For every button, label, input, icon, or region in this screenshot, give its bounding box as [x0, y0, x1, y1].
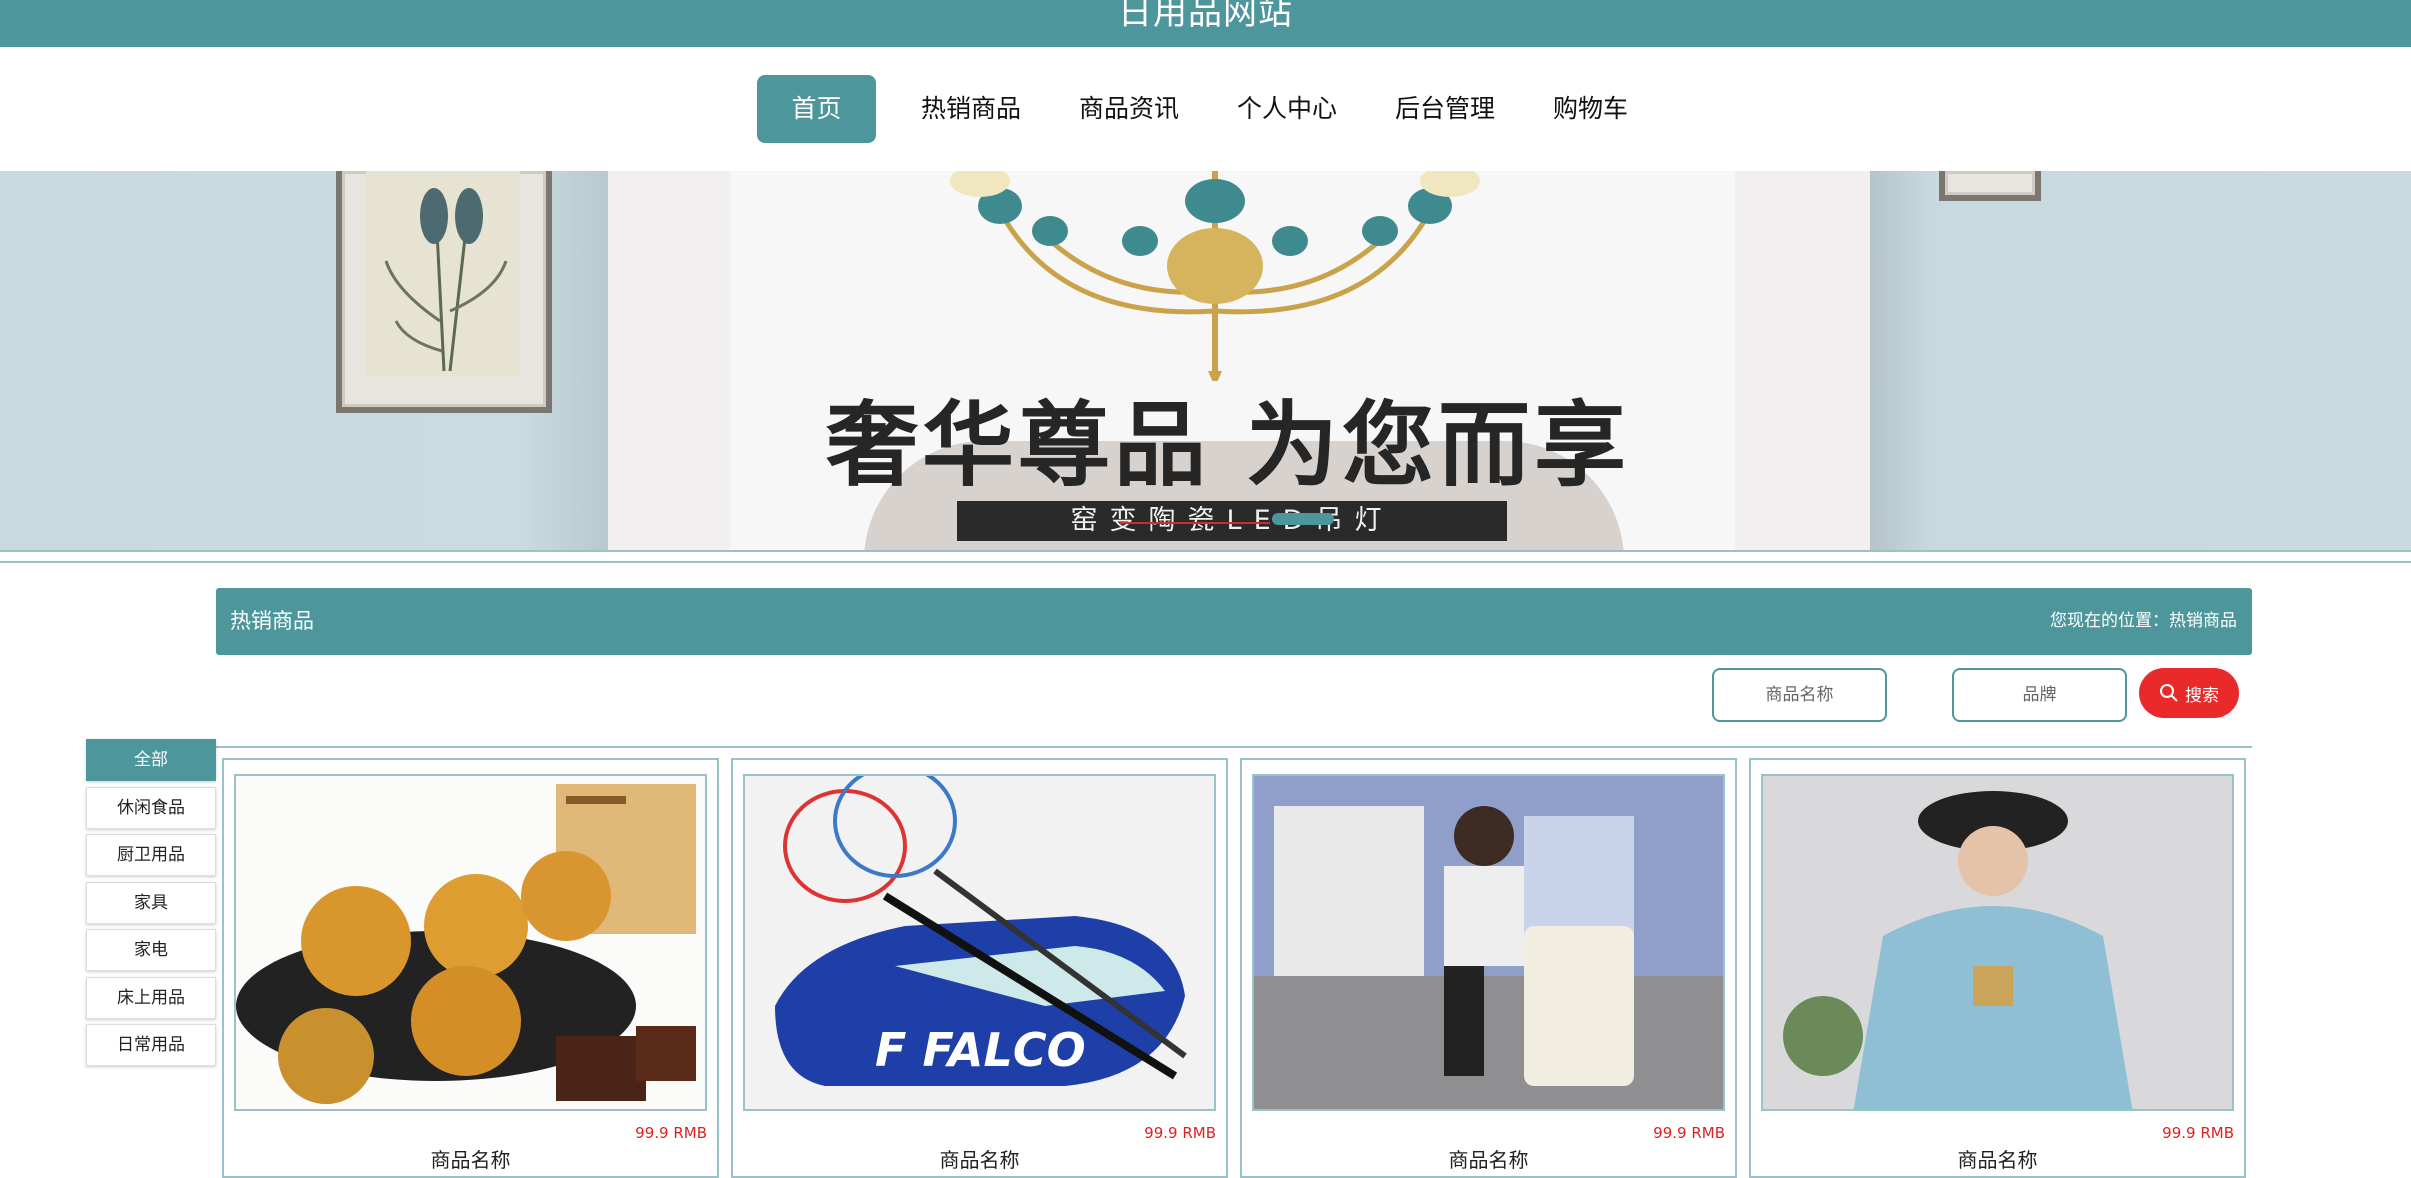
- nav-item-admin[interactable]: 后台管理: [1369, 75, 1521, 143]
- product-image[interactable]: [234, 774, 707, 1111]
- product-card[interactable]: 99.9 RMB 商品名称: [1240, 758, 1737, 1178]
- wall-picture-frame: [336, 171, 552, 413]
- section-title: 热销商品: [230, 609, 314, 633]
- product-image[interactable]: F FALCO: [743, 774, 1216, 1111]
- category-kitchen-bath[interactable]: 厨卫用品: [86, 834, 216, 876]
- nav-item-home[interactable]: 首页: [756, 75, 876, 143]
- nav-item-news[interactable]: 商品资讯: [1053, 75, 1205, 143]
- product-image[interactable]: [1761, 774, 2234, 1111]
- product-price: 99.9 RMB: [635, 1124, 707, 1142]
- product-price: 99.9 RMB: [1144, 1124, 1216, 1142]
- category-snacks[interactable]: 休闲食品: [86, 786, 216, 829]
- brand-input[interactable]: [1952, 668, 2127, 722]
- section-header: 热销商品 您现在的位置：热销商品: [216, 588, 2252, 655]
- category-sidebar: 全部 休闲食品 厨卫用品 家具 家电 床上用品 日常用品: [86, 739, 216, 1072]
- product-name[interactable]: 商品名称: [733, 1144, 1226, 1173]
- product-image[interactable]: [1252, 774, 1725, 1111]
- site-header: 日用品网站: [0, 0, 2411, 47]
- nav-item-hot-products[interactable]: 热销商品: [895, 75, 1047, 143]
- banner-caption: 窑变陶瓷LED吊灯: [957, 501, 1507, 541]
- carousel-progress-line: [1120, 522, 1270, 524]
- category-bedding[interactable]: 床上用品: [86, 976, 216, 1019]
- category-daily[interactable]: 日常用品: [86, 1024, 216, 1066]
- search-button[interactable]: 搜索: [2139, 668, 2239, 718]
- site-title: 日用品网站: [1118, 0, 1293, 33]
- svg-text:F FALCO: F FALCO: [875, 1023, 1086, 1077]
- product-name-input[interactable]: [1712, 668, 1887, 722]
- category-all[interactable]: 全部: [86, 739, 216, 781]
- banner-carousel[interactable]: 奢华尊品 为您而享 窑变陶瓷LED吊灯: [0, 171, 2411, 550]
- carousel-indicator[interactable]: [1272, 513, 1334, 525]
- main-nav: 首页 热销商品 商品资讯 个人中心 后台管理 购物车: [0, 47, 2411, 171]
- plant-artwork: [366, 171, 520, 377]
- section-divider: [0, 550, 2411, 563]
- product-card[interactable]: 99.9 RMB 商品名称: [222, 758, 719, 1178]
- product-name[interactable]: 商品名称: [224, 1144, 717, 1173]
- product-price: 99.9 RMB: [1653, 1124, 1725, 1142]
- search-icon: [2160, 684, 2178, 702]
- search-button-label: 搜索: [2185, 685, 2219, 705]
- banner-headline: 奢华尊品 为您而享: [826, 391, 1631, 499]
- banner-wall-right: [1868, 171, 2411, 550]
- nav-item-cart[interactable]: 购物车: [1527, 75, 1654, 143]
- category-appliances[interactable]: 家电: [86, 929, 216, 971]
- nav-item-profile[interactable]: 个人中心: [1211, 75, 1363, 143]
- search-divider: [216, 746, 2252, 748]
- wall-picture-frame-right: [1939, 171, 2041, 201]
- product-card[interactable]: F FALCO 99.9 RMB 商品名称: [731, 758, 1228, 1178]
- category-furniture[interactable]: 家具: [86, 881, 216, 924]
- chandelier-image: [950, 171, 1480, 381]
- product-name[interactable]: 商品名称: [1751, 1144, 2244, 1173]
- product-price: 99.9 RMB: [2162, 1124, 2234, 1142]
- product-card[interactable]: 99.9 RMB 商品名称: [1749, 758, 2246, 1178]
- product-name[interactable]: 商品名称: [1242, 1144, 1735, 1173]
- breadcrumb: 您现在的位置：热销商品: [2050, 611, 2237, 631]
